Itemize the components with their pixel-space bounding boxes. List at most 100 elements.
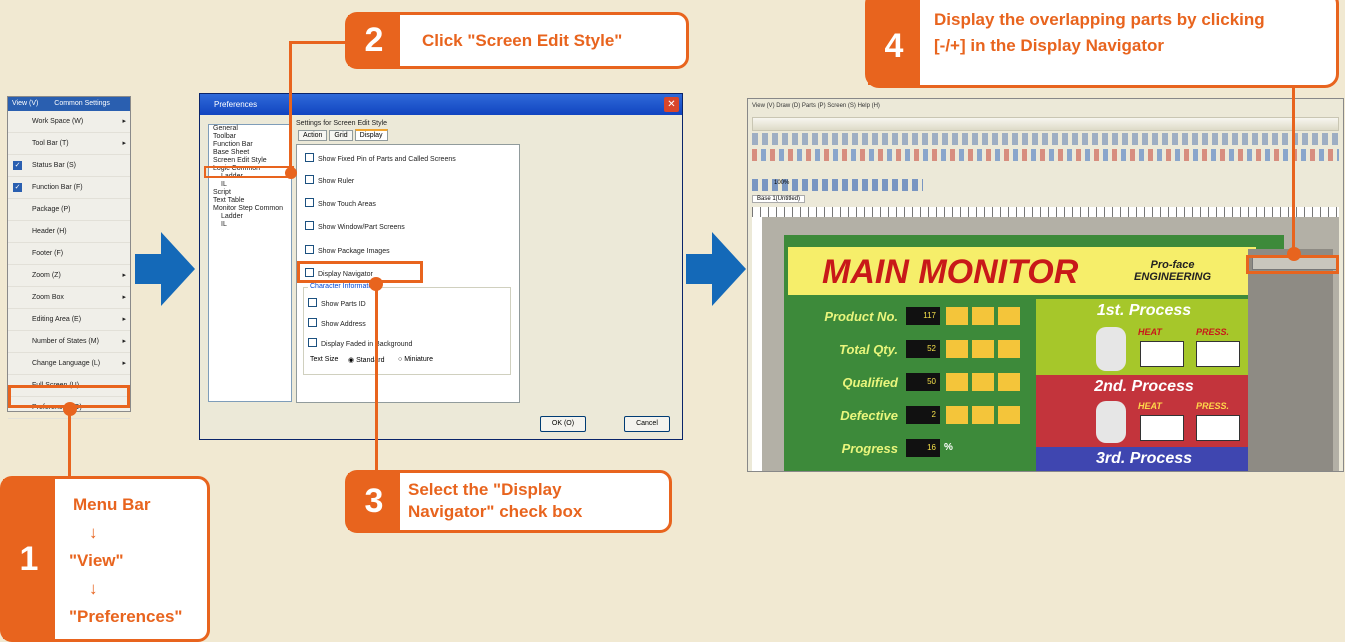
menu-item-label: Work Space (W) bbox=[32, 118, 84, 125]
tree-item[interactable]: Text Table bbox=[209, 197, 291, 205]
radio-standard[interactable]: ◉ Standard bbox=[348, 356, 384, 364]
tree-item[interactable]: Monitor Step Common bbox=[209, 205, 291, 213]
check-address[interactable]: Show Address bbox=[308, 318, 366, 328]
radio-miniature[interactable]: ○ Miniature bbox=[398, 356, 433, 363]
tree-item[interactable]: IL bbox=[209, 221, 291, 229]
submenu-arrow-icon: ▸ bbox=[122, 294, 126, 301]
check-window-part[interactable]: Show Window/Part Screens bbox=[305, 221, 405, 231]
menu-item[interactable]: ✓ Function Bar (F) bbox=[8, 177, 130, 199]
connector-1-dot bbox=[63, 402, 77, 416]
zoom-box[interactable]: 100% bbox=[774, 180, 789, 186]
tree-item[interactable]: Screen Edit Style bbox=[209, 157, 291, 165]
menu-item-label: Change Language (L) bbox=[32, 360, 101, 367]
tree-item[interactable]: Ladder bbox=[209, 213, 291, 221]
tree-item[interactable]: Base Sheet bbox=[209, 149, 291, 157]
step1-line-view: "View" bbox=[69, 551, 124, 570]
menu-view[interactable]: View (V) bbox=[12, 100, 38, 107]
menu-item-label: Function Bar (F) bbox=[32, 184, 83, 191]
check-ruler[interactable]: Show Ruler bbox=[305, 175, 354, 185]
menu-item[interactable]: Package (P) bbox=[8, 199, 130, 221]
connector-4 bbox=[1292, 86, 1295, 250]
check-touch-areas[interactable]: Show Touch Areas bbox=[305, 198, 376, 208]
process-2-heat: HEAT bbox=[1138, 401, 1162, 411]
row-action-buttons[interactable] bbox=[946, 340, 1020, 358]
menu-item-label: Number of States (M) bbox=[32, 338, 99, 345]
connector-3 bbox=[375, 283, 378, 471]
tab-grid[interactable]: Grid bbox=[329, 130, 353, 141]
row-unit: % bbox=[944, 442, 953, 453]
menu-item-label: Editing Area (E) bbox=[32, 316, 82, 323]
process-2-tank-icon bbox=[1096, 401, 1126, 443]
step4-number: 4 bbox=[868, 0, 920, 85]
menu-item-label: Package (P) bbox=[32, 206, 71, 213]
dialog-title: Preferences bbox=[214, 100, 258, 109]
close-icon[interactable]: ✕ bbox=[664, 97, 679, 112]
row-action-buttons[interactable] bbox=[946, 406, 1020, 424]
process-1-press-gauge-icon bbox=[1196, 341, 1240, 367]
toolbar-1[interactable] bbox=[752, 117, 1339, 131]
process-2-press: PRESS. bbox=[1196, 401, 1230, 411]
menu-item[interactable]: ✓ Status Bar (S) bbox=[8, 155, 130, 177]
cancel-button[interactable]: Cancel bbox=[624, 416, 670, 432]
menu-item[interactable]: Tool Bar (T) ▸ bbox=[8, 133, 130, 155]
tree-item[interactable]: General bbox=[209, 125, 291, 133]
row-action-buttons[interactable] bbox=[946, 373, 1020, 391]
screen-tab[interactable]: Base 1(Untitled) bbox=[752, 195, 806, 203]
menu-item-label: Zoom (Z) bbox=[32, 272, 61, 279]
check-icon: ✓ bbox=[13, 161, 22, 170]
menu-item[interactable]: Header (H) bbox=[8, 221, 130, 243]
row-value: 52 bbox=[906, 340, 940, 358]
menu-item[interactable]: Change Language (L) ▸ bbox=[8, 353, 130, 375]
radio-miniature-label: Miniature bbox=[404, 356, 433, 363]
row-label: Total Qty. bbox=[839, 342, 898, 357]
step1-arrow-a: ↓ bbox=[89, 523, 98, 542]
tab-action[interactable]: Action bbox=[298, 130, 328, 141]
menu-item[interactable]: Footer (F) bbox=[8, 243, 130, 265]
check-package-images[interactable]: Show Package Images bbox=[305, 245, 390, 255]
main-monitor-screen: MAIN MONITOR Pro-face ENGINEERING Produc… bbox=[784, 235, 1284, 471]
check-fixed-pin[interactable]: Show Fixed Pin of Parts and Called Scree… bbox=[305, 153, 456, 163]
toolbar-2[interactable] bbox=[752, 133, 1339, 145]
flow-arrow-1 bbox=[135, 232, 195, 306]
brand-text: Pro-face ENGINEERING bbox=[1134, 259, 1211, 283]
menu-item[interactable]: Zoom (Z) ▸ bbox=[8, 265, 130, 287]
row-value: 117 bbox=[906, 307, 940, 325]
check-faded[interactable]: Display Faded in Background bbox=[308, 338, 412, 348]
menu-common-settings[interactable]: Common Settings bbox=[54, 100, 110, 107]
editor-menubar[interactable]: View (V) Draw (D) Parts (P) Screen (S) H… bbox=[752, 103, 1339, 115]
process-1-heat: HEAT bbox=[1138, 327, 1162, 337]
menu-item[interactable]: Work Space (W) ▸ bbox=[8, 111, 130, 133]
radio-standard-label: Standard bbox=[356, 357, 385, 364]
submenu-arrow-icon: ▸ bbox=[122, 360, 126, 367]
check-icon: ✓ bbox=[13, 183, 22, 192]
display-navigator-highlight bbox=[297, 261, 423, 283]
step1-line-preferences: "Preferences" bbox=[69, 607, 183, 626]
row-action-buttons[interactable] bbox=[946, 307, 1020, 325]
process-2-heat-gauge-icon bbox=[1140, 415, 1184, 441]
char-info-group: Character Information Show Parts ID Show… bbox=[303, 283, 511, 375]
process-1-heat-gauge-icon bbox=[1140, 341, 1184, 367]
connector-2-vert bbox=[289, 41, 292, 171]
process-2-press-gauge-icon bbox=[1196, 415, 1240, 441]
step3-line1: Select the "Display bbox=[408, 480, 562, 499]
process-2-title: 2nd. Process bbox=[1094, 378, 1194, 395]
menu-item[interactable]: Zoom Box ▸ bbox=[8, 287, 130, 309]
menu-item-label: Status Bar (S) bbox=[32, 162, 76, 169]
tree-item[interactable]: Toolbar bbox=[209, 133, 291, 141]
check-parts-id[interactable]: Show Parts ID bbox=[308, 298, 366, 308]
tab-display[interactable]: Display bbox=[354, 129, 388, 141]
toolbar-3[interactable] bbox=[752, 149, 1339, 161]
step3-callout: 3 Select the "Display Navigator" check b… bbox=[345, 470, 672, 533]
tree-item[interactable]: IL bbox=[209, 181, 291, 189]
menu-item[interactable]: Number of States (M) ▸ bbox=[8, 331, 130, 353]
ok-button[interactable]: OK (O) bbox=[540, 416, 586, 432]
menu-item[interactable]: Editing Area (E) ▸ bbox=[8, 309, 130, 331]
tree-item[interactable]: Script bbox=[209, 189, 291, 197]
row-value: 2 bbox=[906, 406, 940, 424]
process-2-panel: 2nd. Process HEAT PRESS. bbox=[1036, 375, 1252, 447]
row-label: Progress bbox=[841, 441, 898, 456]
menu-item-label: Header (H) bbox=[32, 228, 67, 235]
view-menu: View (V) Common Settings Work Space (W) ▸… bbox=[7, 96, 131, 419]
tree-item[interactable]: Function Bar bbox=[209, 141, 291, 149]
row-label: Qualified bbox=[842, 375, 898, 390]
